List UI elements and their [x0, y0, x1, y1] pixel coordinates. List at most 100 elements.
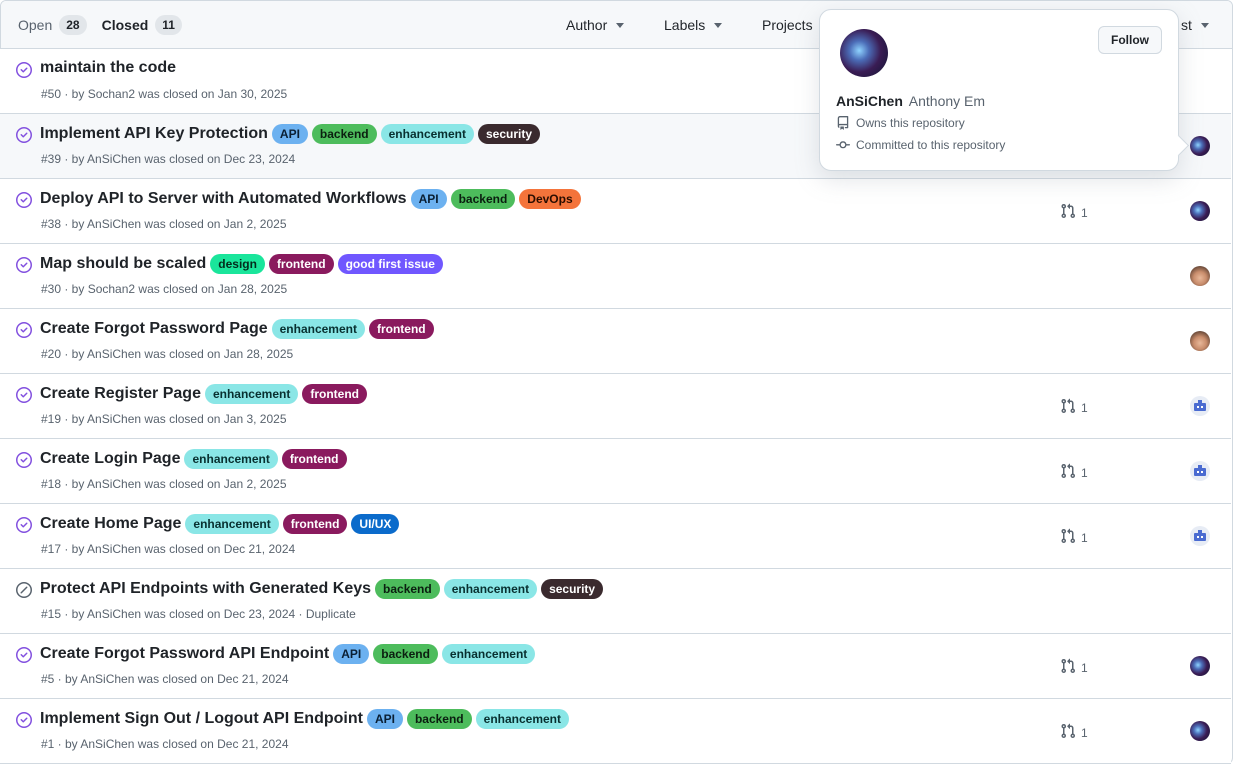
assignee-avatar[interactable]	[1190, 526, 1210, 546]
follow-button[interactable]: Follow	[1098, 26, 1162, 54]
chevron-down-icon	[616, 22, 625, 28]
issue-closed-icon	[16, 192, 32, 208]
linked-pr-count[interactable]: 1	[1060, 658, 1088, 677]
linked-pr-count[interactable]: 1	[1060, 203, 1088, 222]
issue-label[interactable]: backend	[375, 579, 440, 599]
issue-label[interactable]: UI/UX	[351, 514, 400, 534]
issue-label[interactable]: backend	[373, 644, 438, 664]
committed-repo-text: Committed to this repository	[856, 138, 1006, 152]
issue-label[interactable]: frontend	[281, 449, 347, 469]
issue-meta: #5 · by AnSiChen was closed on Dec 21, 2…	[41, 672, 289, 686]
issue-title-link[interactable]: Implement Sign Out / Logout API Endpoint	[40, 710, 363, 728]
issue-label[interactable]: enhancement	[184, 449, 278, 469]
issue-label[interactable]: design	[210, 254, 265, 274]
issue-label[interactable]: enhancement	[443, 579, 538, 599]
issue-label[interactable]: frontend	[268, 254, 334, 274]
pull-request-icon	[1060, 658, 1081, 677]
issue-title-line: Deploy API to Server with Automated Work…	[40, 189, 581, 209]
issue-row[interactable]: Create Forgot Password Page enhancement fr…	[0, 309, 1231, 374]
issue-title-link[interactable]: Create Login Page	[40, 450, 180, 468]
issue-label[interactable]: backend	[450, 189, 516, 209]
issue-title-link[interactable]: Create Forgot Password API Endpoint	[40, 645, 329, 663]
issue-label[interactable]: enhancement	[380, 124, 474, 144]
assignee-avatar[interactable]	[1190, 266, 1210, 286]
issue-label[interactable]: frontend	[302, 384, 367, 404]
issue-row[interactable]: Create Login Page enhancement frontend #18 …	[0, 439, 1231, 504]
issue-row[interactable]: Deploy API to Server with Automated Work…	[0, 179, 1231, 244]
assignee-avatar[interactable]	[1190, 461, 1210, 481]
sort-filter-button[interactable]: st	[1181, 1, 1209, 49]
issue-title-link[interactable]: Map should be scaled	[40, 255, 206, 273]
issue-title-link[interactable]: Deploy API to Server with Automated Work…	[40, 190, 407, 208]
sort-filter-label: st	[1181, 17, 1192, 33]
assignee-avatar[interactable]	[1190, 201, 1210, 221]
issue-title-link[interactable]: Create Home Page	[40, 515, 181, 533]
labels-filter-button[interactable]: Labels	[664, 1, 723, 49]
issue-meta: #1 · by AnSiChen was closed on Dec 21, 2…	[41, 737, 289, 751]
issue-title-line: Create Register Page enhancement frontend	[40, 384, 367, 404]
issue-title-link[interactable]: Protect API Endpoints with Generated Key…	[40, 580, 371, 598]
issue-label[interactable]: API	[271, 124, 308, 144]
issue-closed-icon	[16, 257, 32, 273]
issue-closed-icon	[16, 647, 32, 663]
user-login[interactable]: AnSiChen	[836, 93, 903, 109]
issue-title-link[interactable]: Implement API Key Protection	[40, 125, 268, 143]
issue-label[interactable]: API	[333, 644, 370, 664]
issue-label[interactable]: enhancement	[185, 514, 279, 534]
issue-label[interactable]: API	[410, 189, 447, 209]
linked-pr-count[interactable]: 1	[1060, 463, 1088, 482]
issue-title-line: Create Forgot Password API Endpoint API ba…	[40, 644, 536, 664]
pull-request-icon	[1060, 463, 1081, 482]
assignee-avatar[interactable]	[1190, 136, 1210, 156]
assignee-avatar[interactable]	[1190, 721, 1210, 741]
pr-count-text: 1	[1081, 465, 1088, 480]
assignee-avatar[interactable]	[1190, 331, 1210, 351]
issue-label[interactable]: frontend	[368, 319, 434, 339]
issue-closed-icon	[16, 127, 32, 143]
issue-row[interactable]: Create Home Page enhancement frontend UI/UX…	[0, 504, 1231, 569]
linked-pr-count[interactable]: 1	[1060, 398, 1088, 417]
issue-row[interactable]: Create Register Page enhancement frontend #…	[0, 374, 1231, 439]
pull-request-icon	[1060, 203, 1081, 222]
owns-repo-text: Owns this repository	[856, 116, 965, 130]
user-avatar[interactable]	[840, 29, 888, 77]
issue-label[interactable]: enhancement	[441, 644, 536, 664]
assignee-avatar[interactable]	[1190, 396, 1210, 416]
issue-label[interactable]: good first issue	[337, 254, 443, 274]
issue-label[interactable]: enhancement	[204, 384, 299, 404]
issue-label[interactable]: API	[366, 709, 403, 729]
tab-open-issues[interactable]: Open 28	[18, 14, 87, 35]
issue-title-link[interactable]: maintain the code	[40, 59, 176, 77]
issue-row[interactable]: Create Forgot Password API Endpoint API ba…	[0, 634, 1231, 699]
issue-row[interactable]: Implement Sign Out / Logout API Endpoint…	[0, 699, 1231, 764]
issue-meta: #15 · by AnSiChen was closed on Dec 23, …	[41, 607, 356, 621]
pr-count-text: 1	[1081, 205, 1088, 220]
pull-request-icon	[1060, 398, 1081, 417]
issue-label[interactable]: backend	[406, 709, 472, 729]
issue-label[interactable]: security	[541, 579, 604, 599]
owns-repo-line: Owns this repository	[836, 116, 965, 130]
issue-label[interactable]: enhancement	[271, 319, 365, 339]
linked-pr-count[interactable]: 1	[1060, 723, 1088, 742]
issue-label[interactable]: enhancement	[475, 709, 569, 729]
issue-closed-icon	[16, 452, 32, 468]
user-full-name: Anthony Em	[908, 93, 986, 109]
issue-title-link[interactable]: Create Forgot Password Page	[40, 320, 268, 338]
issue-row[interactable]: Map should be scaled design frontend good f…	[0, 244, 1231, 309]
issue-label[interactable]: frontend	[282, 514, 348, 534]
issue-label[interactable]: DevOps	[519, 189, 581, 209]
issue-label[interactable]: security	[477, 124, 540, 144]
issue-meta: #20 · by AnSiChen was closed on Jan 28, …	[41, 347, 294, 361]
issue-label[interactable]: backend	[311, 124, 377, 144]
tab-open-label: Open	[18, 16, 53, 33]
issue-meta: #38 · by AnSiChen was closed on Jan 2, 2…	[41, 217, 287, 231]
author-filter-label: Author	[566, 17, 608, 33]
tab-closed-issues[interactable]: Closed 11	[102, 14, 182, 35]
issue-title-link[interactable]: Create Register Page	[40, 385, 201, 403]
linked-pr-count[interactable]: 1	[1060, 528, 1088, 547]
author-filter-button[interactable]: Author	[566, 1, 625, 49]
issue-row[interactable]: Protect API Endpoints with Generated Key…	[0, 569, 1231, 634]
projects-filter-button[interactable]: Projects	[762, 1, 813, 49]
assignee-avatar[interactable]	[1190, 656, 1210, 676]
pr-count-text: 1	[1081, 400, 1088, 415]
